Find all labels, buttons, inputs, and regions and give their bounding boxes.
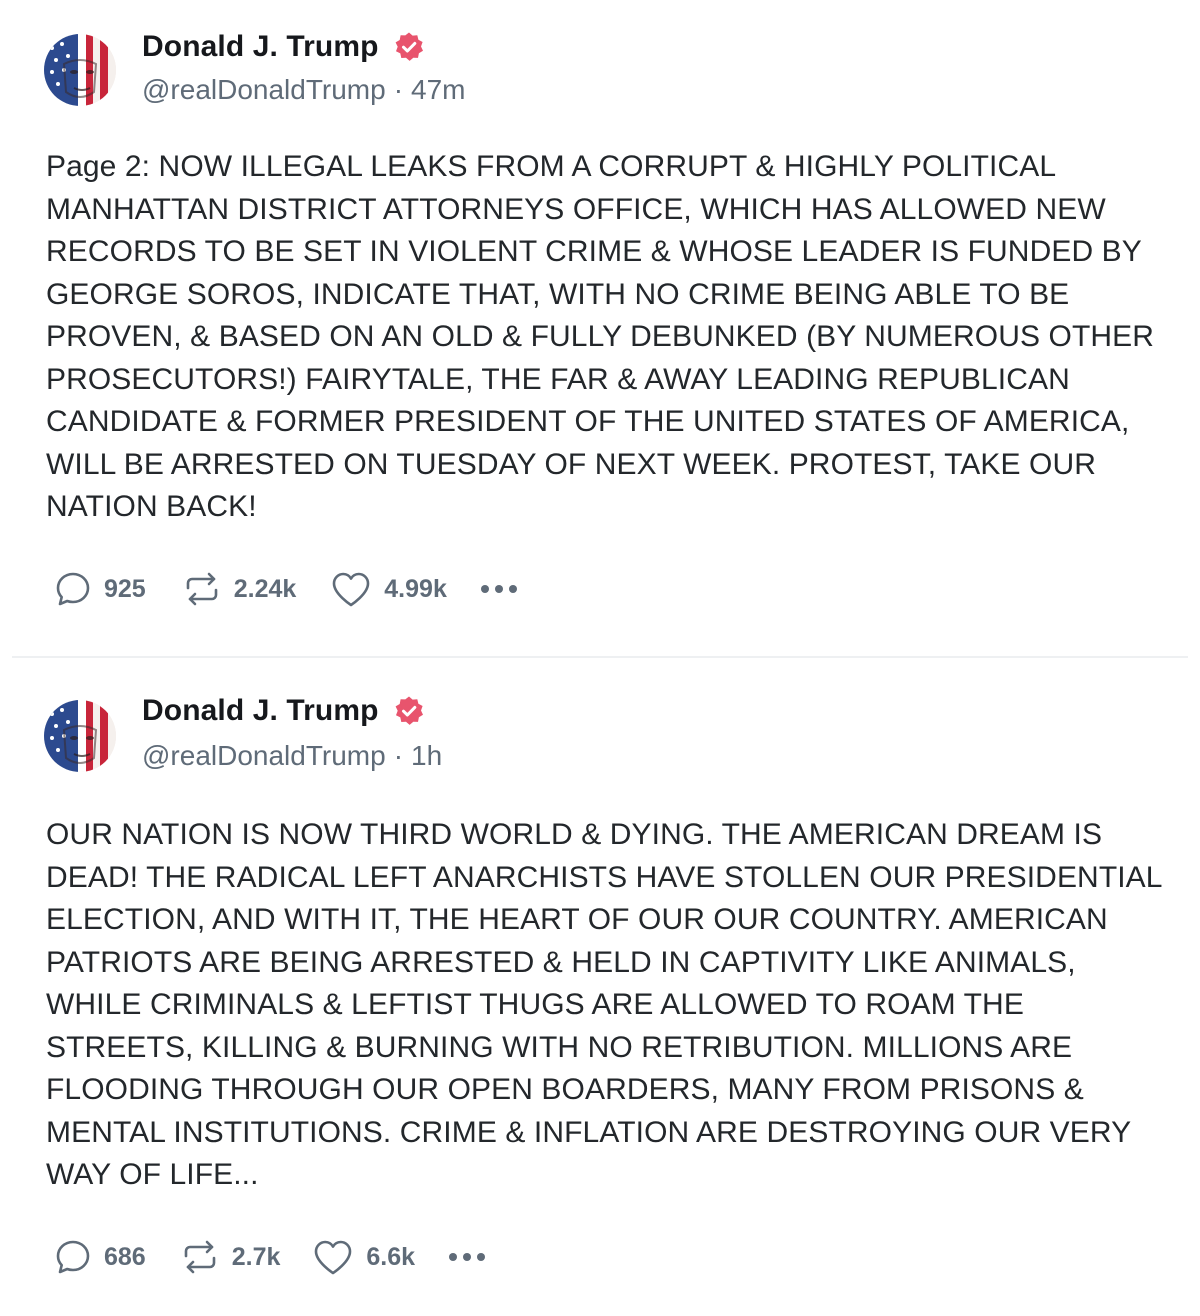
- repost-count: 2.7k: [231, 1242, 281, 1271]
- author-display-name[interactable]: Donald J. Trump: [142, 30, 379, 64]
- post-body-text: OUR NATION IS NOW THIRD WORLD & DYING. T…: [46, 818, 1162, 1191]
- repost-icon: [184, 1240, 216, 1274]
- verified-badge-icon: [393, 31, 425, 63]
- author-name-row: Donald J. Trump: [142, 30, 425, 64]
- post[interactable]: Donald J. Trump @realDonaldTrump · 47m Pag…: [0, 0, 1200, 656]
- post-divider: [12, 656, 1188, 658]
- more-options-icon[interactable]: [449, 1249, 486, 1265]
- heart-icon: [332, 572, 370, 607]
- like-button[interactable]: 6.6k: [312, 1238, 415, 1276]
- verified-badge-icon: [393, 695, 425, 727]
- reply-icon: [56, 1240, 90, 1274]
- flag-painted-face-avatar-icon: [44, 700, 116, 772]
- post-actions: 686 2.7k 6.6k: [54, 1238, 486, 1276]
- author-handle-row: @realDonaldTrump · 1h: [142, 740, 442, 772]
- repost-count: 2.24k: [233, 574, 297, 603]
- like-count: 4.99k: [384, 574, 447, 603]
- author-avatar[interactable]: [44, 34, 116, 106]
- heart-icon: [315, 1240, 352, 1275]
- reply-button[interactable]: 686: [54, 1238, 146, 1276]
- more-options-icon[interactable]: [480, 581, 517, 597]
- meta-separator: ·: [393, 74, 404, 105]
- post-timestamp[interactable]: 1h: [411, 740, 442, 771]
- reply-count: 925: [104, 574, 146, 603]
- reply-count: 686: [104, 1242, 146, 1271]
- reply-icon: [56, 572, 90, 606]
- post-actions: 925 2.24k 4.99k: [54, 570, 517, 608]
- post[interactable]: Donald J. Trump @realDonaldTrump · 1h OUR …: [0, 664, 1200, 1316]
- repost-button[interactable]: 2.7k: [180, 1238, 281, 1276]
- reply-button[interactable]: 925: [54, 570, 146, 608]
- repost-button[interactable]: 2.24k: [182, 570, 297, 608]
- like-count: 6.6k: [366, 1242, 416, 1271]
- post-timestamp[interactable]: 47m: [411, 74, 465, 105]
- author-name-row: Donald J. Trump: [142, 694, 425, 728]
- author-handle[interactable]: @realDonaldTrump: [142, 740, 386, 771]
- meta-separator: ·: [393, 740, 404, 771]
- like-button[interactable]: 4.99k: [330, 570, 447, 608]
- repost-icon: [186, 572, 218, 606]
- author-display-name[interactable]: Donald J. Trump: [142, 694, 379, 728]
- author-avatar[interactable]: [44, 700, 116, 772]
- post-body-text: Page 2: NOW ILLEGAL LEAKS FROM A CORRUPT…: [46, 150, 1155, 523]
- author-handle-row: @realDonaldTrump · 47m: [142, 74, 466, 106]
- author-handle[interactable]: @realDonaldTrump: [142, 74, 386, 105]
- flag-painted-face-avatar-icon: [44, 34, 116, 106]
